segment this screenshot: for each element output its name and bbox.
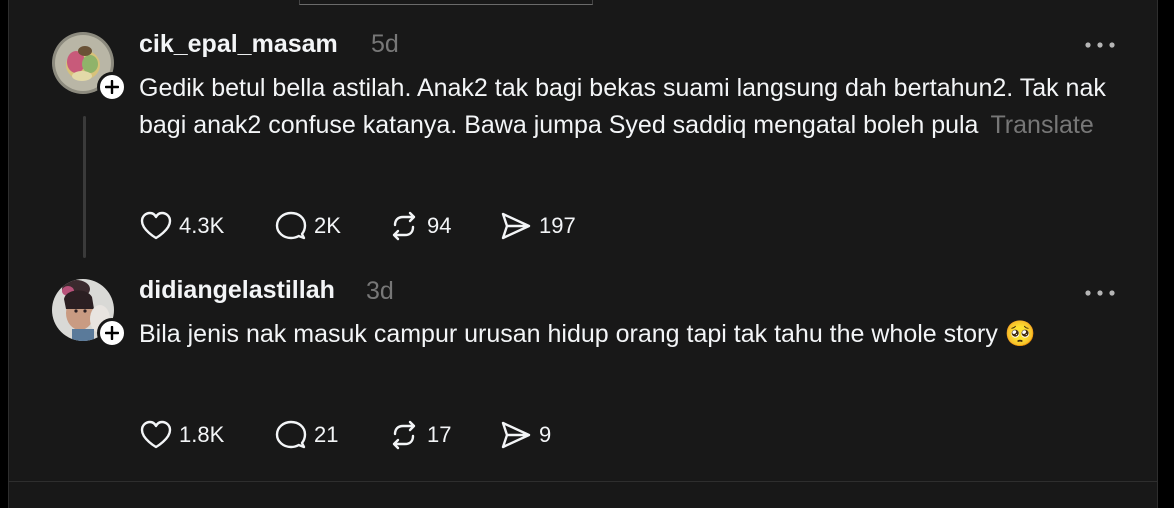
- share-count: 9: [539, 422, 552, 447]
- repost-button[interactable]: 17: [387, 417, 451, 453]
- like-button[interactable]: 1.8K: [139, 417, 224, 453]
- reply-count: 2K: [314, 213, 341, 238]
- heart-icon: [140, 211, 172, 240]
- post-time: 5d: [371, 30, 399, 58]
- more-dots-icon[interactable]: [1082, 38, 1118, 50]
- thread-connector-line: [83, 116, 86, 258]
- post-text: Gedik betul bella astilah. Anak2 tak bag…: [139, 70, 1129, 144]
- repost-arrows-icon: [392, 211, 416, 241]
- like-count: 1.8K: [179, 422, 225, 447]
- divider: [9, 481, 1157, 482]
- pleading-face-emoji: 🥺: [1004, 320, 1036, 348]
- post-text-content: Gedik betul bella astilah. Anak2 tak bag…: [139, 74, 1106, 139]
- comment-bubble-icon: [275, 211, 307, 240]
- follow-plus-icon[interactable]: [97, 318, 127, 348]
- repost-count: 17: [427, 422, 452, 447]
- repost-count: 94: [427, 213, 452, 238]
- translate-link[interactable]: Translate: [990, 111, 1093, 139]
- post-text-content: Bila jenis nak masuk campur urusan hidup…: [139, 320, 998, 348]
- like-button[interactable]: 4.3K: [139, 208, 224, 244]
- share-button[interactable]: 197: [499, 208, 576, 244]
- heart-icon: [140, 420, 172, 449]
- reply-button[interactable]: 21: [274, 417, 338, 453]
- post-text: Bila jenis nak masuk campur urusan hidup…: [139, 316, 1039, 353]
- send-icon: [501, 421, 531, 449]
- reply-button[interactable]: 2K: [274, 208, 341, 244]
- send-icon: [501, 212, 531, 240]
- reply-count: 21: [314, 422, 339, 447]
- share-count: 197: [539, 213, 576, 238]
- like-count: 4.3K: [179, 213, 225, 238]
- scroll-indicator: [299, 0, 593, 5]
- comment-bubble-icon: [275, 420, 307, 449]
- post-time: 3d: [366, 277, 394, 305]
- username[interactable]: didiangelastillah: [139, 276, 335, 305]
- repost-button[interactable]: 94: [387, 208, 451, 244]
- more-dots-icon[interactable]: [1082, 286, 1118, 298]
- follow-plus-icon[interactable]: [97, 72, 127, 102]
- thread-panel: cik_epal_masam 5d Gedik betul bella asti…: [8, 0, 1158, 508]
- repost-arrows-icon: [392, 420, 416, 450]
- username[interactable]: cik_epal_masam: [139, 30, 338, 59]
- share-button[interactable]: 9: [499, 417, 551, 453]
